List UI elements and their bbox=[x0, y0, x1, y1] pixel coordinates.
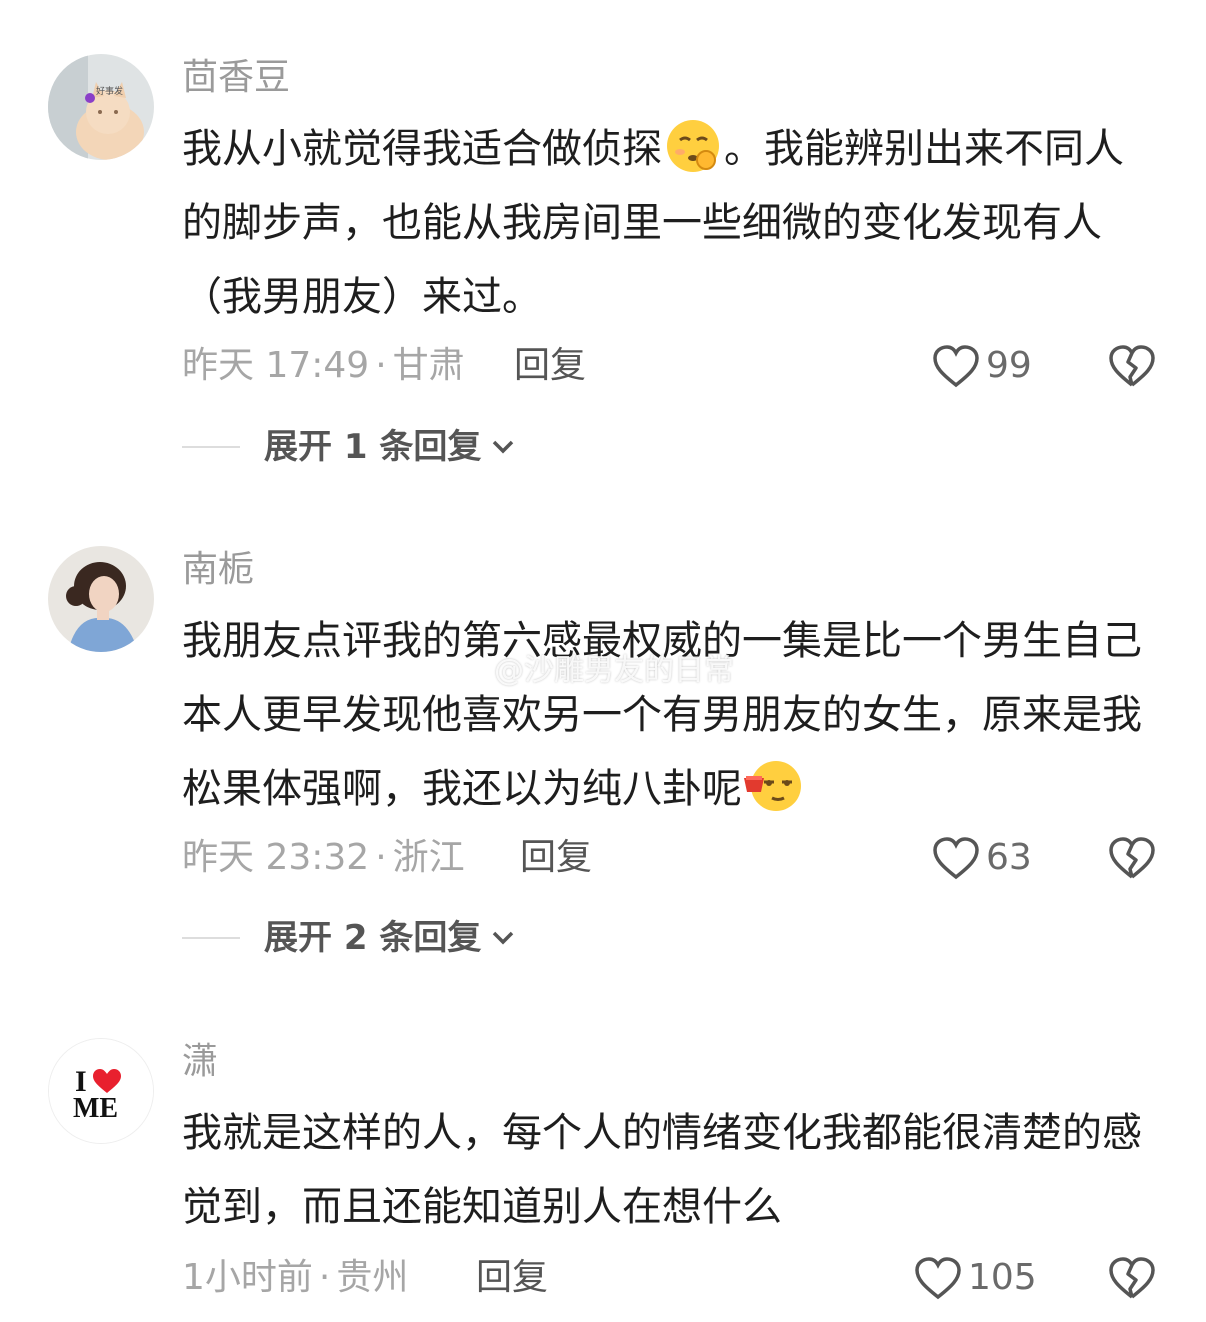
dot-separator: · bbox=[375, 345, 387, 386]
expand-label: 展开 1 条回复 bbox=[264, 427, 482, 467]
comment-meta: 昨天 17:49 · 甘肃 bbox=[182, 344, 465, 388]
like-button[interactable]: 63 bbox=[932, 836, 1032, 880]
woman-portrait-image bbox=[48, 546, 154, 652]
comment-meta: 1小时前 · 贵州 bbox=[182, 1256, 408, 1300]
like-count: 99 bbox=[986, 345, 1032, 386]
heart-outline-icon bbox=[915, 1257, 961, 1300]
chevron-down-icon bbox=[493, 440, 514, 454]
tea-sipping-face-emoji bbox=[742, 758, 804, 814]
broken-heart-icon bbox=[1109, 837, 1155, 879]
divider-line bbox=[182, 937, 240, 939]
comment-text: 我从小就觉得我适合做侦探 。我能辨别出来不同人的脚步声，也能从我房间里一些细微的变… bbox=[182, 112, 1162, 334]
location: 贵州 bbox=[336, 1257, 409, 1298]
dislike-button[interactable] bbox=[1108, 836, 1156, 884]
dislike-button[interactable] bbox=[1108, 1256, 1156, 1304]
comment-text: 我朋友点评我的第六感最权威的一集是比一个男生自己本人更早发现他喜欢另一个有男朋友… bbox=[182, 618, 1142, 814]
heart-outline-icon bbox=[933, 345, 979, 388]
username[interactable]: 潇 bbox=[182, 1040, 218, 1084]
comment-text: 我就是这样的人，每个人的情绪变化我都能很清楚的感觉到，而且还能知道别人在想什么 bbox=[182, 1110, 1142, 1230]
i-love-me-image: I ME bbox=[49, 1039, 153, 1143]
like-count: 105 bbox=[968, 1257, 1037, 1298]
divider-line bbox=[182, 446, 240, 448]
avatar[interactable] bbox=[48, 546, 154, 652]
avatar-letters-me: ME bbox=[73, 1093, 118, 1124]
like-button[interactable]: 99 bbox=[932, 344, 1032, 388]
username[interactable]: 南栀 bbox=[182, 548, 254, 592]
timestamp: 昨天 17:49 bbox=[182, 345, 370, 386]
location: 甘肃 bbox=[392, 345, 465, 386]
thinking-face-emoji bbox=[662, 118, 724, 174]
timestamp: 1小时前 bbox=[182, 1257, 313, 1298]
broken-heart-icon bbox=[1109, 1257, 1155, 1299]
broken-heart-icon bbox=[1109, 345, 1155, 387]
chevron-down-icon bbox=[493, 931, 514, 945]
watermark-text: @沙雕男友的日常 bbox=[494, 653, 734, 688]
cat-avatar-image: 好事发 bbox=[48, 54, 154, 160]
like-count: 63 bbox=[986, 837, 1032, 878]
location: 浙江 bbox=[392, 837, 465, 878]
dot-separator: · bbox=[318, 1257, 331, 1298]
avatar[interactable]: 好事发 bbox=[48, 54, 154, 160]
weibo-logo-icon bbox=[452, 654, 486, 682]
avatar[interactable]: I ME bbox=[48, 1038, 154, 1144]
comment-meta: 昨天 23:32 · 浙江 bbox=[182, 836, 465, 880]
expand-label: 展开 2 条回复 bbox=[264, 918, 482, 958]
dot-separator: · bbox=[375, 837, 387, 878]
username[interactable]: 茴香豆 bbox=[182, 56, 290, 100]
reply-button[interactable]: 回复 bbox=[476, 1256, 548, 1300]
expand-replies-button[interactable]: 展开 2 条回复 bbox=[182, 916, 515, 960]
like-button[interactable]: 105 bbox=[914, 1256, 1037, 1300]
timestamp: 昨天 23:32 bbox=[182, 837, 370, 878]
svg-text:好事发: 好事发 bbox=[96, 85, 123, 97]
heart-outline-icon bbox=[933, 837, 979, 880]
reply-button[interactable]: 回复 bbox=[520, 836, 592, 880]
expand-replies-button[interactable]: 展开 1 条回复 bbox=[182, 425, 515, 469]
dislike-button[interactable] bbox=[1108, 344, 1156, 392]
reply-button[interactable]: 回复 bbox=[514, 344, 586, 388]
watermark: @沙雕男友的日常 bbox=[452, 645, 734, 689]
